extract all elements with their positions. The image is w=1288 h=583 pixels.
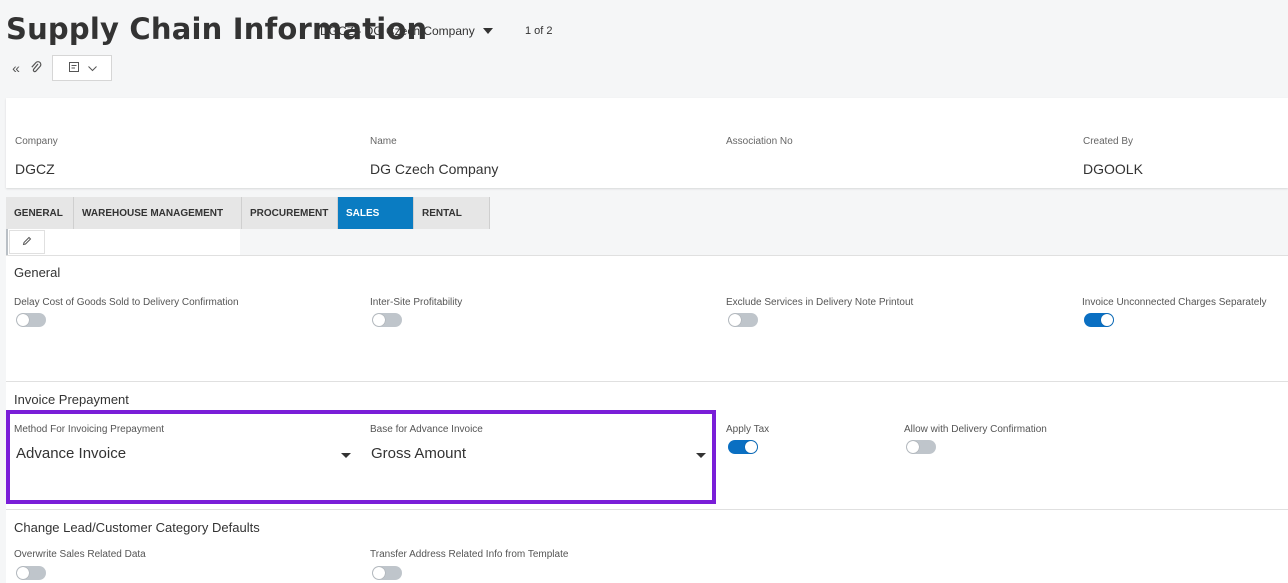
page-header: Supply Chain Information DGCZ - DG Czech… — [0, 0, 1288, 98]
name-value: DG Czech Company — [370, 161, 499, 177]
invoice-prepayment-title: Invoice Prepayment — [14, 392, 129, 407]
exclude-services-label: Exclude Services in Delivery Note Printo… — [726, 297, 914, 308]
tab-sales[interactable]: SALES — [338, 197, 414, 229]
delay-cogs-toggle[interactable] — [16, 313, 46, 327]
context-selector[interactable]: DGCZ - DG Czech Company — [320, 24, 493, 38]
exclude-services-toggle[interactable] — [728, 313, 758, 327]
toggle-knob — [729, 314, 741, 326]
change-defaults-panel: Change Lead/Customer Category Defaults O… — [6, 509, 1288, 583]
toggle-knob — [17, 567, 29, 579]
name-field: Name DG Czech Company — [370, 136, 498, 177]
double-chevron-left-icon[interactable]: « — [6, 58, 26, 78]
created-by-label: Created By — [1083, 136, 1134, 147]
toggle-knob — [373, 567, 385, 579]
delay-cogs-label: Delay Cost of Goods Sold to Delivery Con… — [14, 297, 239, 308]
apply-tax-label: Apply Tax — [726, 424, 770, 435]
invoice-unconnected-toggle[interactable] — [1084, 313, 1114, 327]
chevron-down-icon — [87, 61, 97, 75]
allow-delivery-toggle[interactable] — [906, 440, 936, 454]
tab-procurement[interactable]: PROCUREMENT — [242, 197, 338, 229]
toggle-knob — [17, 314, 29, 326]
change-defaults-title: Change Lead/Customer Category Defaults — [14, 520, 260, 535]
general-panel-title: General — [14, 265, 61, 280]
created-by-value: DGOOLK — [1083, 161, 1143, 177]
overwrite-sales-toggle[interactable] — [16, 566, 46, 580]
transfer-address-toggle[interactable] — [372, 566, 402, 580]
company-label: Company — [15, 136, 58, 147]
toggle-knob — [373, 314, 385, 326]
inter-site-profitability-label: Inter-Site Profitability — [370, 297, 463, 308]
company-value: DGCZ — [15, 161, 55, 177]
transfer-address-label: Transfer Address Related Info from Templ… — [370, 549, 569, 560]
tab-bar: GENERAL WAREHOUSE MANAGEMENT PROCUREMENT… — [6, 197, 490, 229]
record-header-card: Company DGCZ Name DG Czech Company Assoc… — [6, 98, 1288, 188]
company-field: Company DGCZ — [15, 136, 58, 177]
association-field: Association No — [726, 136, 793, 161]
tab-rental[interactable]: RENTAL — [414, 197, 490, 229]
name-label: Name — [370, 136, 397, 147]
toggle-knob — [907, 441, 919, 453]
edit-button[interactable] — [9, 230, 45, 254]
highlight-box — [6, 410, 716, 504]
overwrite-sales-label: Overwrite Sales Related Data — [14, 549, 146, 560]
toggle-knob — [745, 441, 757, 453]
general-panel: General Delay Cost of Goods Sold to Deli… — [6, 255, 1288, 381]
paperclip-icon[interactable] — [26, 58, 46, 78]
caret-down-icon — [482, 28, 493, 34]
allow-delivery-label: Allow with Delivery Confirmation — [904, 424, 1047, 435]
tab-warehouse-management[interactable]: WAREHOUSE MANAGEMENT — [74, 197, 242, 229]
inter-site-profitability-toggle[interactable] — [372, 313, 402, 327]
tab-general[interactable]: GENERAL — [6, 197, 74, 229]
notes-icon — [68, 61, 80, 76]
pencil-icon — [22, 236, 32, 249]
invoice-unconnected-label: Invoice Unconnected Charges Separately — [1082, 297, 1267, 308]
toggle-knob — [1101, 314, 1113, 326]
record-pager: 1 of 2 — [525, 25, 553, 37]
notes-menu-button[interactable] — [52, 55, 112, 81]
context-label: DGCZ - DG Czech Company — [320, 24, 475, 38]
created-by-field: Created By DGOOLK — [1083, 136, 1143, 177]
association-label: Association No — [726, 136, 793, 147]
toolbar: « — [6, 55, 112, 81]
edit-bar — [6, 229, 240, 255]
apply-tax-toggle[interactable] — [728, 440, 758, 454]
